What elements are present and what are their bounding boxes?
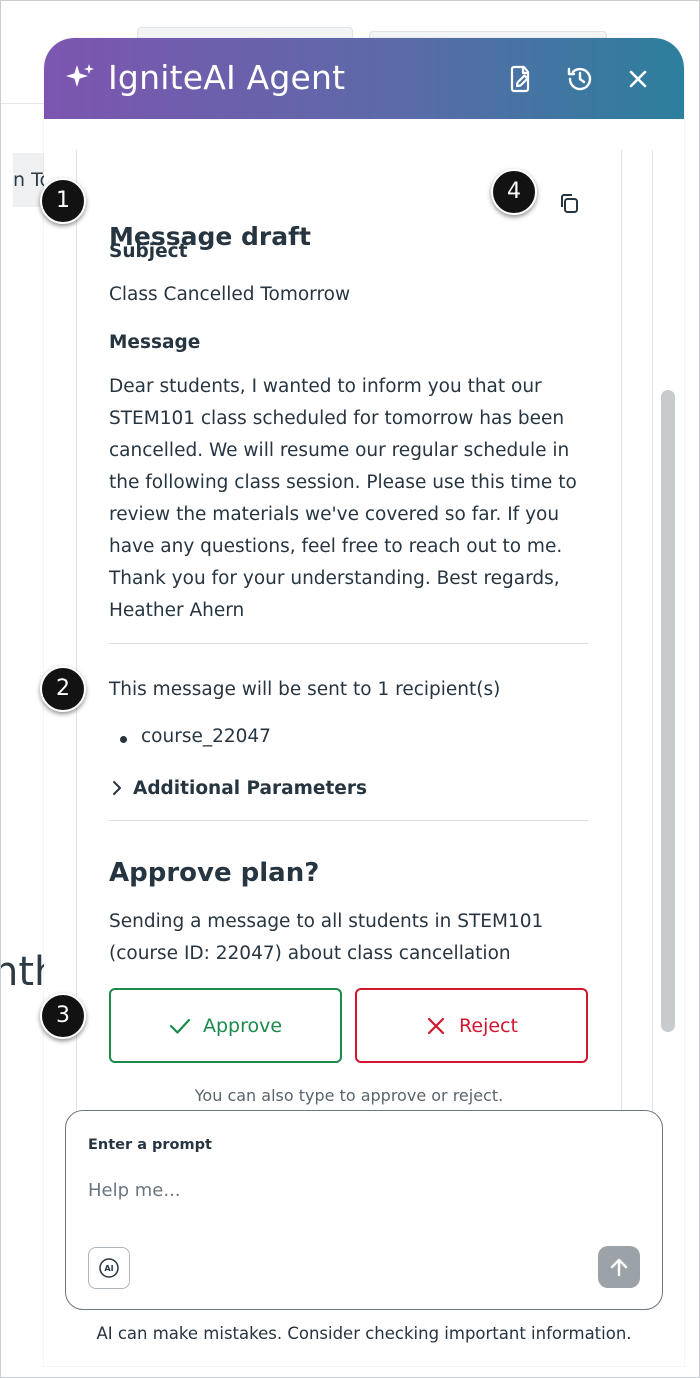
callout-badge: 2 [40, 666, 86, 712]
recipients-summary: This message will be sent to 1 recipient… [109, 679, 501, 700]
approval-hint: You can also type to approve or reject. [194, 1086, 504, 1105]
check-icon [169, 1018, 191, 1034]
message-line: cancelled. We will resume our regular sc… [109, 440, 570, 461]
igniteai-agent-panel: IgniteAI Agent Message draft Subject Cla… [44, 38, 684, 1366]
subject-label: Subject [109, 241, 188, 262]
ai-button[interactable]: AI [88, 1247, 130, 1289]
ai-icon: AI [99, 1258, 119, 1278]
reject-label: Reject [459, 1014, 518, 1037]
prompt-label: Enter a prompt [88, 1137, 212, 1153]
subject-value: Class Cancelled Tomorrow [109, 284, 351, 305]
x-icon [427, 1017, 445, 1034]
background-heading: nth [1, 949, 47, 995]
recipient-item: course_22047 [141, 726, 271, 747]
panel-title: IgniteAI Agent [108, 58, 346, 97]
approve-button[interactable]: Approve [109, 988, 342, 1063]
prompt-box[interactable]: Enter a prompt AI [65, 1110, 663, 1310]
disclaimer-note: AI can make mistakes. Consider checking … [96, 1324, 632, 1343]
list-bullet [120, 736, 127, 743]
reject-button[interactable]: Reject [355, 988, 588, 1063]
callout-badge: 3 [40, 993, 86, 1039]
history-button[interactable] [565, 64, 595, 94]
copy-icon [561, 194, 578, 213]
approve-plan-description: Sending a message to all students in STE… [109, 906, 589, 970]
message-line: Thank you for your understanding. Best r… [109, 568, 560, 589]
send-button[interactable] [598, 1246, 640, 1288]
document-edit-button[interactable] [506, 64, 536, 94]
panel-header: IgniteAI Agent [44, 38, 684, 119]
copy-button[interactable] [554, 188, 584, 218]
document-edit-icon [510, 65, 530, 93]
chevron-right-icon [113, 781, 121, 795]
message-body: Dear students, I wanted to inform you th… [109, 371, 595, 627]
message-label: Message [109, 332, 201, 353]
message-line: Dear students, I wanted to inform you th… [109, 376, 542, 397]
approve-label: Approve [202, 1014, 283, 1037]
scrollbar-thumb[interactable] [661, 390, 675, 1032]
close-icon [629, 70, 647, 88]
callout-badge: 1 [40, 178, 86, 224]
approve-plan-title: Approve plan? [109, 858, 320, 888]
divider [109, 643, 588, 644]
callout-badge: 4 [491, 169, 537, 215]
message-line: Heather Ahern [109, 600, 245, 621]
description-line: Sending a message to all students in STE… [109, 911, 544, 932]
message-line: have any questions, feel free to reach o… [109, 536, 563, 557]
additional-parameters-toggle[interactable]: Additional Parameters [109, 774, 367, 802]
close-button[interactable] [623, 64, 653, 94]
message-line: the following class session. Please use … [109, 472, 577, 493]
divider [109, 820, 588, 821]
prompt-input[interactable] [88, 1175, 628, 1205]
additional-parameters-label: Additional Parameters [133, 777, 367, 799]
sparkle-icon [66, 64, 94, 87]
description-line: (course ID: 22047) about class cancellat… [109, 943, 511, 964]
arrow-up-icon [610, 1258, 628, 1277]
ai-badge-text: AI [104, 1264, 113, 1273]
message-line: STEM101 class scheduled for tomorrow has… [109, 408, 565, 429]
history-icon [567, 67, 592, 91]
message-line: review the materials we've covered so fa… [109, 504, 560, 525]
